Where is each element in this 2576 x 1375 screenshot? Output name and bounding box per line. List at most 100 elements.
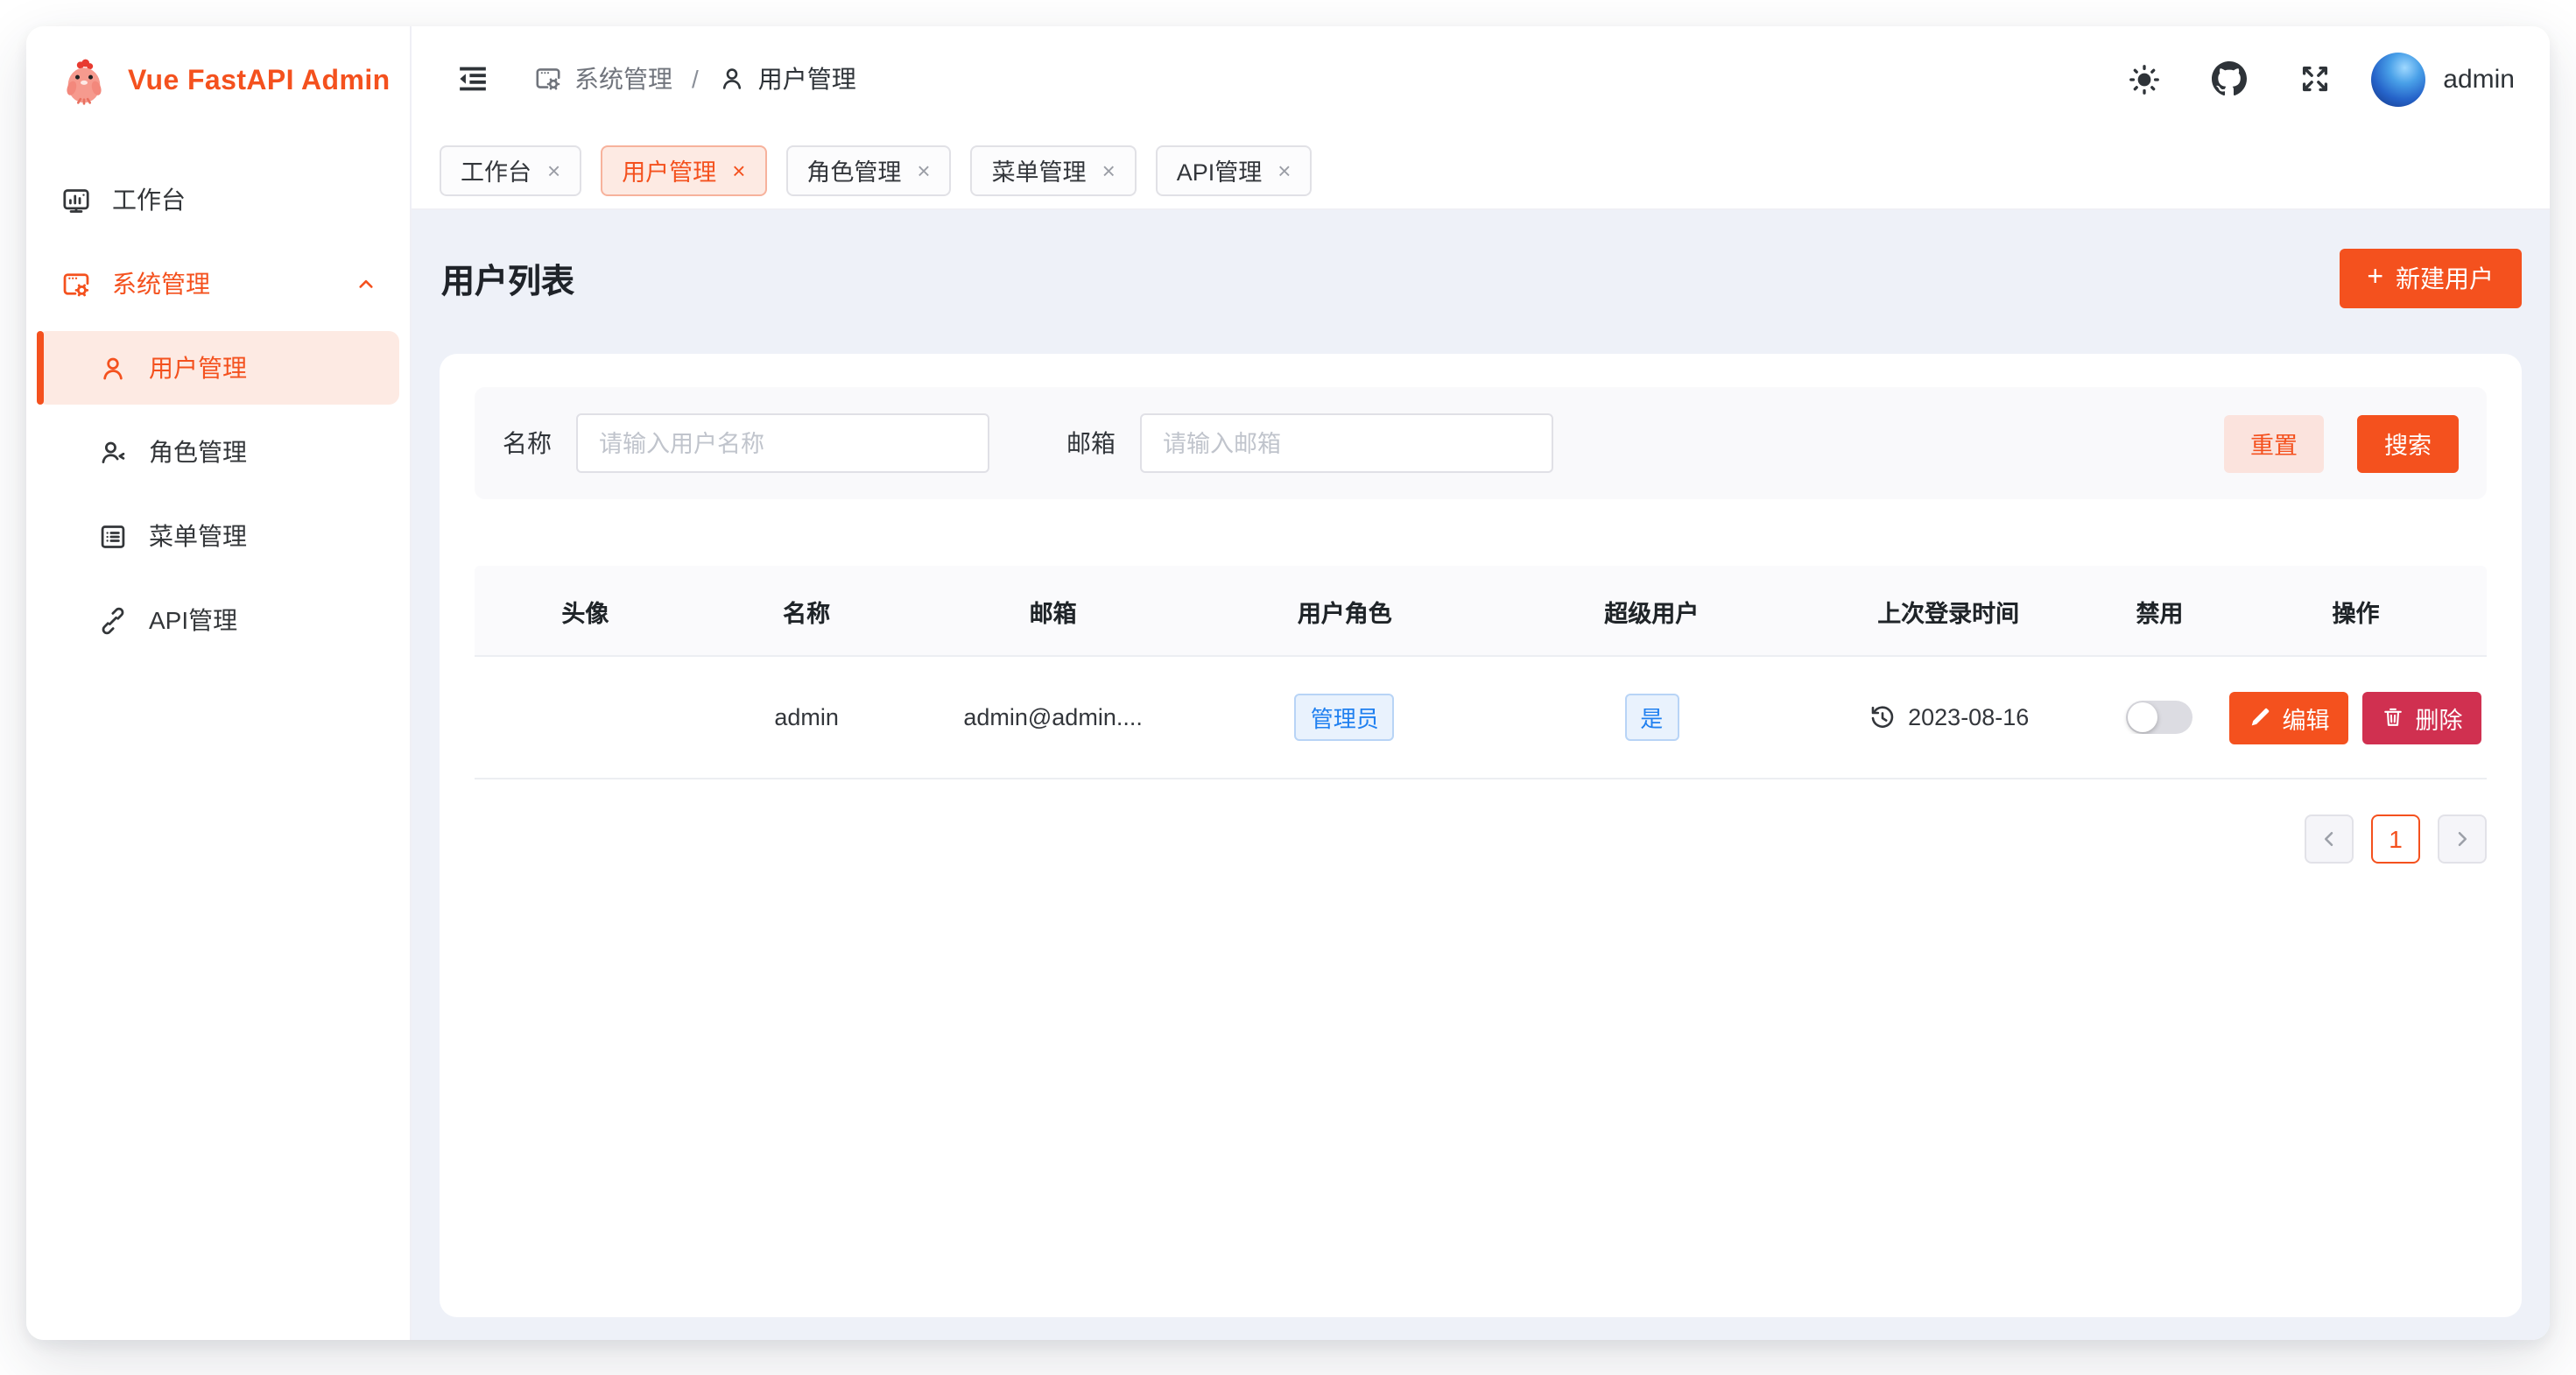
chick-logo-icon	[58, 56, 110, 109]
sidebar-item-menu-management[interactable]: 菜单管理	[37, 499, 399, 573]
sidebar-item-label: 菜单管理	[149, 518, 247, 554]
topbar: 系统管理 / 用户管理	[412, 26, 2550, 131]
sidebar-item-user-management[interactable]: 用户管理	[37, 331, 399, 405]
role-person-icon	[98, 437, 128, 467]
tab-workbench[interactable]: 工作台 ×	[440, 145, 581, 195]
sidebar-item-workbench[interactable]: 工作台	[37, 163, 399, 236]
last-login-date: 2023-08-16	[1908, 704, 2029, 730]
user-icon	[718, 65, 746, 93]
user-table: 头像 名称 邮箱 用户角色 超级用户 上次登录时间 禁用 操作 admin ad…	[475, 566, 2487, 779]
disable-toggle[interactable]	[2126, 701, 2192, 734]
col-last-login: 上次登录时间	[1803, 593, 2094, 628]
sidebar-item-label: 用户管理	[149, 350, 247, 385]
sidebar-item-label: 系统管理	[112, 266, 210, 301]
breadcrumb-label: 系统管理	[574, 61, 672, 96]
menu-list-icon	[98, 521, 128, 551]
fullscreen-icon[interactable]	[2292, 56, 2338, 102]
toggle-knob	[2128, 702, 2157, 732]
sidebar-item-role-management[interactable]: 角色管理	[37, 415, 399, 489]
tabbar: 工作台 × 用户管理 × 角色管理 × 菜单管理 × API管理 ×	[412, 131, 2550, 210]
sidebar-item-label: API管理	[149, 603, 237, 638]
prev-page-button[interactable]	[2305, 814, 2354, 864]
superuser-cell: 是	[1501, 694, 1803, 741]
email-filter-input[interactable]	[1140, 413, 1553, 473]
sidebar-item-label: 角色管理	[149, 434, 247, 469]
email-filter-group: 邮箱	[1066, 413, 1553, 473]
query-buttons: 重置 搜索	[2224, 414, 2459, 472]
email-cell: admin@admin....	[918, 704, 1189, 730]
col-avatar: 头像	[475, 593, 696, 628]
tab-menu-management[interactable]: 菜单管理 ×	[971, 145, 1137, 195]
breadcrumb-item-system[interactable]: 系统管理	[534, 61, 672, 96]
col-role: 用户角色	[1189, 593, 1501, 628]
close-icon[interactable]: ×	[732, 159, 745, 181]
last-login-cell: 2023-08-16	[1803, 703, 2094, 731]
col-superuser: 超级用户	[1501, 593, 1803, 628]
page-header: 用户列表 + 新建用户	[412, 210, 2550, 354]
user-menu[interactable]: admin	[2371, 52, 2515, 106]
content: 用户列表 + 新建用户 名称 邮箱 重置 搜索	[412, 210, 2550, 1340]
app-logo[interactable]: Vue FastAPI Admin	[26, 26, 410, 138]
sidebar-item-api-management[interactable]: API管理	[37, 583, 399, 657]
topbar-actions: admin	[2121, 52, 2515, 106]
system-window-gear-icon	[61, 269, 91, 299]
create-user-button[interactable]: + 新建用户	[2339, 249, 2522, 308]
superuser-tag: 是	[1624, 694, 1679, 741]
close-icon[interactable]: ×	[917, 159, 930, 181]
username: admin	[2443, 64, 2515, 94]
close-icon[interactable]: ×	[1102, 159, 1116, 181]
tab-label: 工作台	[461, 152, 531, 187]
col-actions: 操作	[2225, 593, 2487, 628]
sidebar-menu: 工作台 系统管理	[26, 138, 410, 667]
next-page-button[interactable]	[2438, 814, 2487, 864]
query-bar: 名称 邮箱 重置 搜索	[475, 387, 2487, 499]
api-link-icon	[98, 605, 128, 635]
close-icon[interactable]: ×	[1277, 159, 1291, 181]
name-filter-input[interactable]	[576, 413, 989, 473]
tab-label: 菜单管理	[992, 152, 1087, 187]
tab-api-management[interactable]: API管理 ×	[1156, 145, 1313, 195]
disabled-cell	[2094, 701, 2225, 734]
page-number-1[interactable]: 1	[2371, 814, 2420, 864]
breadcrumb: 系统管理 / 用户管理	[534, 61, 856, 96]
breadcrumb-item-user[interactable]: 用户管理	[718, 61, 856, 96]
search-button[interactable]: 搜索	[2357, 414, 2459, 472]
github-icon[interactable]	[2206, 56, 2252, 102]
clock-history-icon	[1868, 703, 1896, 731]
system-window-gear-icon	[534, 65, 562, 93]
role-tag: 管理员	[1295, 694, 1395, 741]
name-filter-label: 名称	[503, 426, 552, 461]
col-disabled: 禁用	[2094, 593, 2225, 628]
tab-user-management[interactable]: 用户管理 ×	[601, 145, 766, 195]
tab-label: 用户管理	[622, 152, 716, 187]
close-icon[interactable]: ×	[547, 159, 560, 181]
actions-cell: 编辑 删除	[2225, 691, 2487, 744]
app-window: Vue FastAPI Admin 工作台	[26, 26, 2550, 1340]
reset-button[interactable]: 重置	[2224, 414, 2324, 472]
breadcrumb-label: 用户管理	[758, 61, 856, 96]
sidebar: Vue FastAPI Admin 工作台	[26, 26, 412, 1340]
sidebar-item-label: 工作台	[112, 182, 186, 217]
viewport: Vue FastAPI Admin 工作台	[0, 0, 2576, 1375]
delete-button[interactable]: 删除	[2362, 691, 2481, 744]
user-list-card: 名称 邮箱 重置 搜索 头像 名称 邮箱	[440, 354, 2522, 1317]
table-header-row: 头像 名称 邮箱 用户角色 超级用户 上次登录时间 禁用 操作	[475, 566, 2487, 657]
user-icon	[98, 353, 128, 383]
pagination: 1	[475, 814, 2487, 864]
monitor-icon	[61, 185, 91, 215]
pencil-icon	[2249, 706, 2271, 729]
name-cell: admin	[696, 704, 918, 730]
collapse-sidebar-icon[interactable]	[450, 56, 496, 102]
plus-icon: +	[2367, 262, 2383, 293]
tab-role-management[interactable]: 角色管理 ×	[785, 145, 951, 195]
breadcrumb-separator: /	[692, 65, 699, 93]
app-title: Vue FastAPI Admin	[128, 67, 391, 98]
theme-sun-icon[interactable]	[2121, 56, 2166, 102]
table-row: admin admin@admin.... 管理员 是	[475, 657, 2487, 779]
avatar[interactable]	[2371, 52, 2425, 106]
edit-button[interactable]: 编辑	[2229, 691, 2348, 744]
sidebar-item-system[interactable]: 系统管理	[37, 247, 399, 321]
col-name: 名称	[696, 593, 918, 628]
tab-label: 角色管理	[806, 152, 901, 187]
chevron-up-icon	[354, 271, 378, 296]
